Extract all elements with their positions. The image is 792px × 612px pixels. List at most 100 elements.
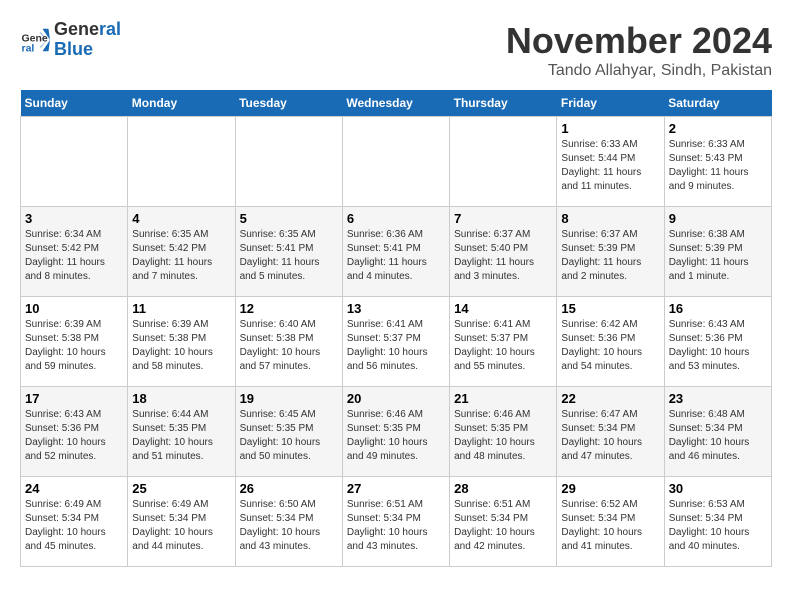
page-header: Gene ral General Blue November 2024 Tand…: [20, 20, 772, 80]
day-number: 8: [561, 211, 659, 226]
calendar-week-1: 1 Sunrise: 6:33 AM Sunset: 5:44 PM Daylig…: [21, 117, 772, 207]
calendar-cell: 10Sunrise: 6:39 AM Sunset: 5:38 PM Dayli…: [21, 297, 128, 387]
day-number: 23: [669, 391, 767, 406]
day-number: 30: [669, 481, 767, 496]
calendar-cell: 28Sunrise: 6:51 AM Sunset: 5:34 PM Dayli…: [450, 477, 557, 567]
day-info: Sunrise: 6:48 AM Sunset: 5:34 PM Dayligh…: [669, 408, 767, 464]
day-number: 5: [240, 211, 338, 226]
day-info: Sunrise: 6:43 AM Sunset: 5:36 PM Dayligh…: [25, 408, 123, 464]
day-info: Sunrise: 6:37 AM Sunset: 5:39 PM Dayligh…: [561, 228, 659, 284]
calendar-cell: 7 Sunrise: 6:37 AM Sunset: 5:40 PM Daylig…: [450, 207, 557, 297]
col-header-monday: Monday: [128, 90, 235, 117]
day-info: Sunrise: 6:35 AM Sunset: 5:42 PM Dayligh…: [132, 228, 230, 284]
calendar-cell: 5 Sunrise: 6:35 AM Sunset: 5:41 PM Daylig…: [235, 207, 342, 297]
day-number: 4: [132, 211, 230, 226]
day-info: Sunrise: 6:36 AM Sunset: 5:41 PM Dayligh…: [347, 228, 445, 284]
day-number: 28: [454, 481, 552, 496]
calendar-cell: 27Sunrise: 6:51 AM Sunset: 5:34 PM Dayli…: [342, 477, 449, 567]
day-info: Sunrise: 6:49 AM Sunset: 5:34 PM Dayligh…: [132, 498, 230, 554]
calendar-cell: 20 Sunrise: 6:46 AM Sunset: 5:35 PM Dayli…: [342, 387, 449, 477]
day-number: 15: [561, 301, 659, 316]
day-info: Sunrise: 6:52 AM Sunset: 5:34 PM Dayligh…: [561, 498, 659, 554]
day-info: Sunrise: 6:41 AM Sunset: 5:37 PM Dayligh…: [454, 318, 552, 374]
calendar-cell: 16 Sunrise: 6:43 AM Sunset: 5:36 PM Dayli…: [664, 297, 771, 387]
day-number: 12: [240, 301, 338, 316]
day-number: 7: [454, 211, 552, 226]
title-block: November 2024 Tando Allahyar, Sindh, Pak…: [506, 20, 772, 80]
day-number: 19: [240, 391, 338, 406]
day-info: Sunrise: 6:40 AM Sunset: 5:38 PM Dayligh…: [240, 318, 338, 374]
day-info: Sunrise: 6:46 AM Sunset: 5:35 PM Dayligh…: [347, 408, 445, 464]
logo-icon: Gene ral: [20, 25, 50, 55]
logo: Gene ral General Blue: [20, 20, 121, 60]
calendar-cell: 1 Sunrise: 6:33 AM Sunset: 5:44 PM Daylig…: [557, 117, 664, 207]
col-header-thursday: Thursday: [450, 90, 557, 117]
calendar-week-5: 24 Sunrise: 6:49 AM Sunset: 5:34 PM Dayli…: [21, 477, 772, 567]
day-number: 20: [347, 391, 445, 406]
day-info: Sunrise: 6:47 AM Sunset: 5:34 PM Dayligh…: [561, 408, 659, 464]
day-info: Sunrise: 6:49 AM Sunset: 5:34 PM Dayligh…: [25, 498, 123, 554]
col-header-saturday: Saturday: [664, 90, 771, 117]
logo-text: General Blue: [54, 20, 121, 60]
calendar-cell: [235, 117, 342, 207]
day-info: Sunrise: 6:51 AM Sunset: 5:34 PM Dayligh…: [347, 498, 445, 554]
calendar-cell: 21 Sunrise: 6:46 AM Sunset: 5:35 PM Dayli…: [450, 387, 557, 477]
day-number: 17: [25, 391, 123, 406]
day-info: Sunrise: 6:43 AM Sunset: 5:36 PM Dayligh…: [669, 318, 767, 374]
calendar-cell: 3Sunrise: 6:34 AM Sunset: 5:42 PM Daylig…: [21, 207, 128, 297]
calendar-cell: 14 Sunrise: 6:41 AM Sunset: 5:37 PM Dayli…: [450, 297, 557, 387]
day-info: Sunrise: 6:41 AM Sunset: 5:37 PM Dayligh…: [347, 318, 445, 374]
calendar-cell: 6 Sunrise: 6:36 AM Sunset: 5:41 PM Daylig…: [342, 207, 449, 297]
day-number: 13: [347, 301, 445, 316]
location-title: Tando Allahyar, Sindh, Pakistan: [506, 62, 772, 80]
day-info: Sunrise: 6:39 AM Sunset: 5:38 PM Dayligh…: [25, 318, 123, 374]
svg-text:ral: ral: [22, 42, 35, 54]
calendar-week-2: 3Sunrise: 6:34 AM Sunset: 5:42 PM Daylig…: [21, 207, 772, 297]
calendar-cell: [128, 117, 235, 207]
day-info: Sunrise: 6:33 AM Sunset: 5:43 PM Dayligh…: [669, 138, 767, 194]
col-header-friday: Friday: [557, 90, 664, 117]
calendar-cell: 4 Sunrise: 6:35 AM Sunset: 5:42 PM Daylig…: [128, 207, 235, 297]
day-number: 21: [454, 391, 552, 406]
day-info: Sunrise: 6:35 AM Sunset: 5:41 PM Dayligh…: [240, 228, 338, 284]
calendar-week-3: 10Sunrise: 6:39 AM Sunset: 5:38 PM Dayli…: [21, 297, 772, 387]
day-number: 14: [454, 301, 552, 316]
calendar-cell: [21, 117, 128, 207]
day-number: 6: [347, 211, 445, 226]
day-info: Sunrise: 6:50 AM Sunset: 5:34 PM Dayligh…: [240, 498, 338, 554]
day-number: 26: [240, 481, 338, 496]
calendar-cell: 30Sunrise: 6:53 AM Sunset: 5:34 PM Dayli…: [664, 477, 771, 567]
calendar-table: SundayMondayTuesdayWednesdayThursdayFrid…: [20, 90, 772, 567]
calendar-cell: 25 Sunrise: 6:49 AM Sunset: 5:34 PM Dayli…: [128, 477, 235, 567]
calendar-cell: 23 Sunrise: 6:48 AM Sunset: 5:34 PM Dayli…: [664, 387, 771, 477]
calendar-cell: [342, 117, 449, 207]
day-number: 18: [132, 391, 230, 406]
calendar-cell: [450, 117, 557, 207]
calendar-cell: 29Sunrise: 6:52 AM Sunset: 5:34 PM Dayli…: [557, 477, 664, 567]
calendar-cell: 15Sunrise: 6:42 AM Sunset: 5:36 PM Dayli…: [557, 297, 664, 387]
day-info: Sunrise: 6:39 AM Sunset: 5:38 PM Dayligh…: [132, 318, 230, 374]
day-info: Sunrise: 6:38 AM Sunset: 5:39 PM Dayligh…: [669, 228, 767, 284]
calendar-cell: 11Sunrise: 6:39 AM Sunset: 5:38 PM Dayli…: [128, 297, 235, 387]
calendar-cell: 22Sunrise: 6:47 AM Sunset: 5:34 PM Dayli…: [557, 387, 664, 477]
day-info: Sunrise: 6:34 AM Sunset: 5:42 PM Dayligh…: [25, 228, 123, 284]
day-number: 2: [669, 121, 767, 136]
calendar-cell: 2 Sunrise: 6:33 AM Sunset: 5:43 PM Daylig…: [664, 117, 771, 207]
calendar-cell: 17 Sunrise: 6:43 AM Sunset: 5:36 PM Dayli…: [21, 387, 128, 477]
day-info: Sunrise: 6:37 AM Sunset: 5:40 PM Dayligh…: [454, 228, 552, 284]
calendar-cell: 19Sunrise: 6:45 AM Sunset: 5:35 PM Dayli…: [235, 387, 342, 477]
day-number: 1: [561, 121, 659, 136]
day-number: 16: [669, 301, 767, 316]
day-info: Sunrise: 6:46 AM Sunset: 5:35 PM Dayligh…: [454, 408, 552, 464]
calendar-cell: 18 Sunrise: 6:44 AM Sunset: 5:35 PM Dayli…: [128, 387, 235, 477]
calendar-cell: 8 Sunrise: 6:37 AM Sunset: 5:39 PM Daylig…: [557, 207, 664, 297]
calendar-cell: 13 Sunrise: 6:41 AM Sunset: 5:37 PM Dayli…: [342, 297, 449, 387]
day-number: 24: [25, 481, 123, 496]
month-title: November 2024: [506, 20, 772, 62]
calendar-week-4: 17 Sunrise: 6:43 AM Sunset: 5:36 PM Dayli…: [21, 387, 772, 477]
day-info: Sunrise: 6:33 AM Sunset: 5:44 PM Dayligh…: [561, 138, 659, 194]
col-header-wednesday: Wednesday: [342, 90, 449, 117]
day-info: Sunrise: 6:44 AM Sunset: 5:35 PM Dayligh…: [132, 408, 230, 464]
day-number: 25: [132, 481, 230, 496]
calendar-cell: 26 Sunrise: 6:50 AM Sunset: 5:34 PM Dayli…: [235, 477, 342, 567]
